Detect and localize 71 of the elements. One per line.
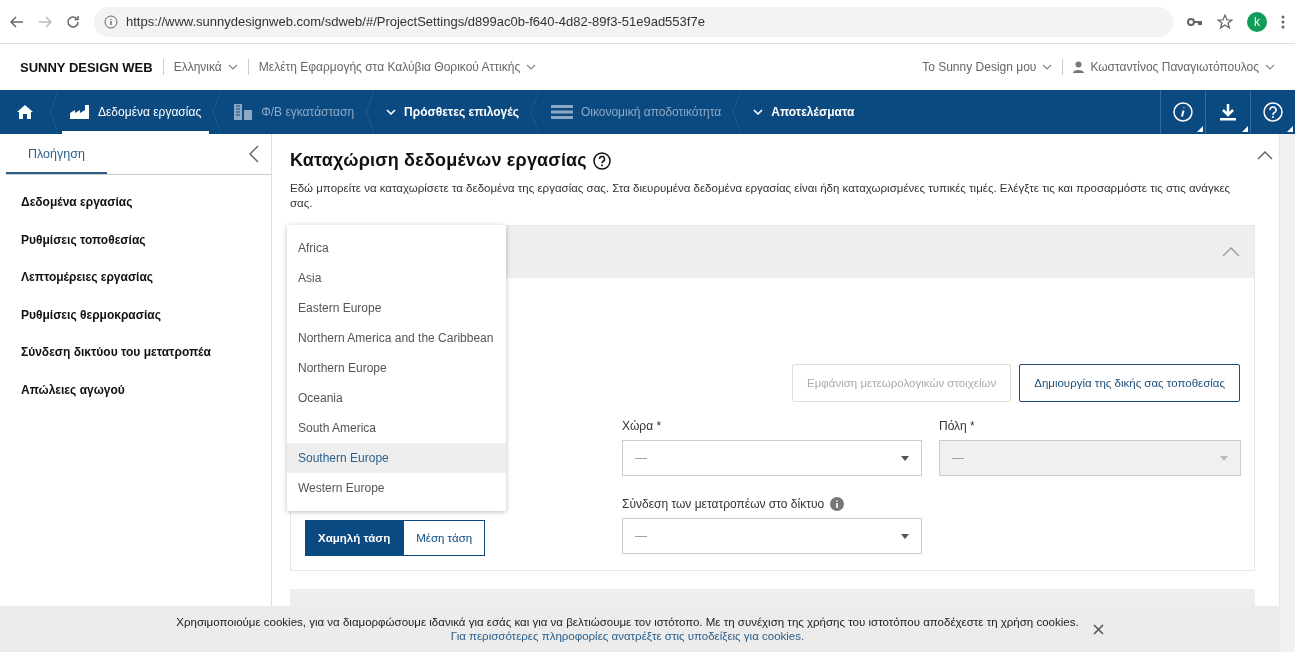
field-label: Χώρα * [622,418,663,434]
nav-tab[interactable]: Αποτελέσματα [741,90,867,134]
voltage-toggle[interactable]: Μέση τάση [403,520,486,556]
back-icon[interactable] [10,15,24,28]
brand-logo[interactable]: SUNNY DESIGN WEB [20,59,153,75]
chevron-down-icon[interactable] [526,64,537,70]
key-icon[interactable] [1187,16,1203,27]
dropdown-option[interactable]: Southern Europe [287,443,506,473]
star-icon[interactable] [1217,13,1233,30]
select-value: — [635,529,647,543]
dropdown-option[interactable]: Eastern Europe [287,293,506,323]
caret-icon [1220,455,1228,461]
home-icon [16,104,34,120]
nav-tab[interactable]: Δεδομένα εργασίας [62,90,210,134]
nav-tab[interactable]: Πρόσθετες επιλογές [374,90,531,134]
caret-icon [901,533,909,539]
sidebar-item[interactable]: Λεπτομέρειες εργασίας [6,270,271,308]
info-icon[interactable] [830,497,845,511]
sidebar-item[interactable]: Ρυθμίσεις τοποθεσίας [6,232,271,270]
help-icon [1263,102,1283,122]
dropdown-option[interactable]: Asia [287,263,506,293]
voltage-toggle[interactable]: Χαμηλή τάση [305,520,404,556]
chevron-down-icon[interactable] [1265,64,1275,70]
address-bar[interactable]: https://www.sunnydesignweb.com/sdweb/#/ProjectSettings/d899ac0b-f640-4d82-89f3-51e9ad553f7e [94,6,1173,37]
dropdown-option[interactable]: Western Europe [287,473,506,503]
collapse-icon[interactable] [1257,150,1273,160]
url-text: https://www.sunnydesignweb.com/sdweb/#/ProjectSettings/d899ac0b-f640-4d82-89f3-51e9ad553f7e [126,14,705,29]
action-button[interactable]: Δημιουργία της δικής σας τοποθεσίας [1019,364,1240,402]
info-icon [1173,102,1193,122]
language-menu[interactable]: Ελληνικά [173,60,238,74]
field-label: Πόλη * [939,418,976,434]
account-menu[interactable]: Το Sunny Design μου [922,60,1053,74]
dropdown-option[interactable]: South America [287,413,506,443]
user-icon [1073,61,1085,73]
field-label: Σύνδεση των μετατροπέων στο δίκτυο [622,497,825,511]
close-icon[interactable] [1092,623,1104,635]
info-icon [104,14,118,29]
factory-icon [70,105,90,119]
select-value: — [952,451,964,465]
avatar[interactable]: k [1247,11,1267,32]
chevron-down-icon [753,109,764,115]
dropdown-option[interactable]: Oceania [287,383,506,413]
sidebar-item[interactable]: Απώλειες αγωγού [6,382,271,420]
navigation-tab[interactable]: Πλοήγηση [6,134,107,174]
caret-icon [901,455,909,461]
user-menu[interactable]: Κωσταντίνος Παναγιωτόπουλος [1073,60,1275,74]
help-icon[interactable] [592,151,611,170]
stack-icon [550,105,573,119]
collapse-icon[interactable] [249,145,259,163]
chevron-down-icon [386,109,397,115]
sidebar-item[interactable]: Ρυθμίσεις θερμοκρασίας [6,307,271,345]
more-icon[interactable] [1281,14,1285,29]
cookie-text: Χρησιμοποιούμε cookies, για να διαμορφώσουμε ιδανικά για εσάς και για να βελτιώσουμε τον ιστότοπο. Με τη συνέχιση της χρήσης του ιστοτόπου αποδέχεστε τη χρήση cookies. [176,616,1079,628]
dropdown-option[interactable]: Africa [287,233,506,263]
download-icon [1220,103,1236,121]
download-button[interactable] [1205,90,1250,134]
page-title: Καταχώριση δεδομένων εργασίας [290,150,587,171]
reload-icon[interactable] [66,14,80,29]
chevron-down-icon[interactable] [1042,64,1053,70]
description: Εδώ μπορείτε να καταχωρίσετε τα δεδομένα της εργασίας σας. Στα διευρυμένα δεδομένα εργασίας είναι ήδη καταχωρισμένες τυπικές τιμές. Ελέγξτε τις και προσαρμόστε τις στις ανάγκες σας. [290,181,1232,211]
select-value: — [635,451,647,465]
sidebar-item[interactable]: Δεδομένα εργασίας [6,195,271,233]
scrollbar[interactable] [1279,134,1295,652]
sidebar-item[interactable]: Σύνδεση δικτύου του μετατροπέα [6,345,271,383]
info-button[interactable] [1160,90,1205,134]
dropdown-option[interactable]: Northern America and the Caribbean [287,323,506,353]
cookie-link[interactable]: Για περισσότερες πληροφορίες ανατρέξτε στις υποδείξεις για cookies. [450,630,805,642]
project-menu[interactable]: Μελέτη Εφαρμογής στα Καλύβια Θορικού Αττικής [258,60,537,74]
building-icon [233,104,254,120]
dropdown-option[interactable]: Northern Europe [287,353,506,383]
chevron-down-icon[interactable] [227,64,238,70]
